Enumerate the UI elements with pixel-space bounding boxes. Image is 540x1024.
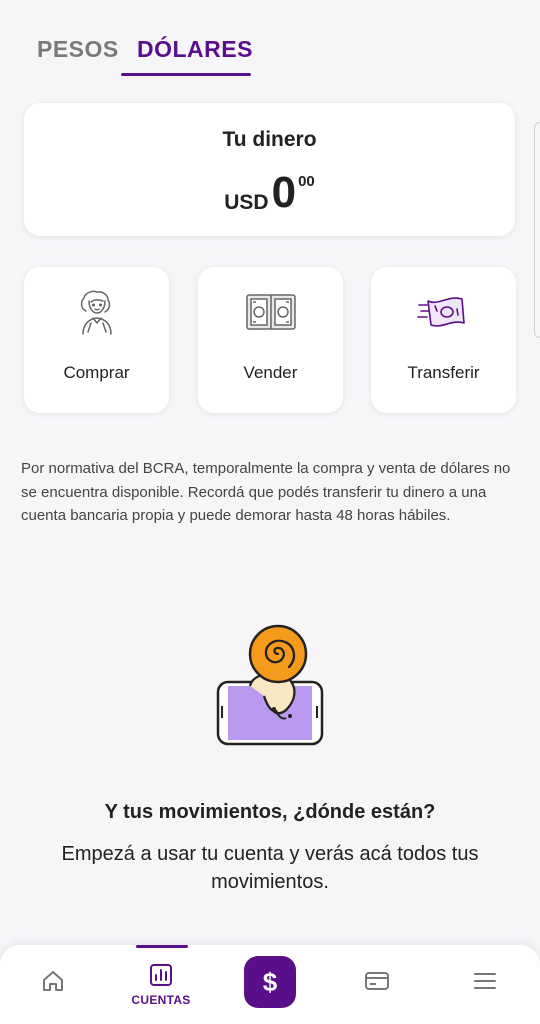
dollar-icon[interactable]: $	[244, 956, 296, 1008]
balance-currency: USD	[224, 191, 269, 214]
vender-label: Vender	[243, 363, 298, 382]
tab-pesos[interactable]: PESOS	[37, 36, 119, 63]
balance-integer: 0	[271, 168, 297, 217]
balance-card: Tu dinero USD 0 00	[24, 103, 515, 236]
nav-cuentas[interactable]: CUENTAS	[126, 945, 196, 1024]
currency-tabs: PESOS DÓLARES	[0, 0, 540, 80]
comprar-label: Comprar	[63, 363, 130, 382]
tab-dolares[interactable]: DÓLARES	[137, 36, 253, 63]
nav-cuentas-label: CUENTAS	[131, 993, 191, 1007]
balance-amount: USD 0 00	[24, 169, 515, 217]
transferir-label: Transferir	[407, 363, 480, 382]
nav-card[interactable]	[342, 945, 412, 1024]
bills-icon	[245, 294, 296, 330]
active-tab-indicator	[121, 73, 251, 76]
home-icon	[43, 971, 63, 991]
vender-button[interactable]: Vender	[198, 267, 343, 413]
snail-phone-illustration	[216, 624, 324, 746]
card-icon	[365, 972, 389, 990]
menu-icon	[474, 973, 496, 989]
nav-menu[interactable]	[450, 945, 520, 1024]
balance-decimals: 00	[298, 173, 315, 190]
flying-bill-icon	[416, 297, 465, 327]
empty-state-subtitle: Empezá a usar tu cuenta y verás acá todo…	[61, 843, 479, 893]
bar-chart-icon	[150, 964, 172, 986]
person-money-icon	[80, 290, 112, 335]
nav-home[interactable]	[18, 945, 88, 1024]
bcra-notice: Por normativa del BCRA, temporalmente la…	[21, 460, 511, 524]
balance-title: Tu dinero	[222, 128, 317, 151]
scroll-edge	[534, 122, 540, 338]
comprar-button[interactable]: Comprar	[24, 267, 169, 413]
bottom-navigation: CUENTAS $	[0, 945, 540, 1024]
transferir-button[interactable]: Transferir	[371, 267, 516, 413]
empty-state-title: Y tus movimientos, ¿dónde están?	[104, 801, 436, 823]
nav-active-indicator	[136, 945, 188, 948]
nav-pay[interactable]: $	[235, 945, 305, 1024]
